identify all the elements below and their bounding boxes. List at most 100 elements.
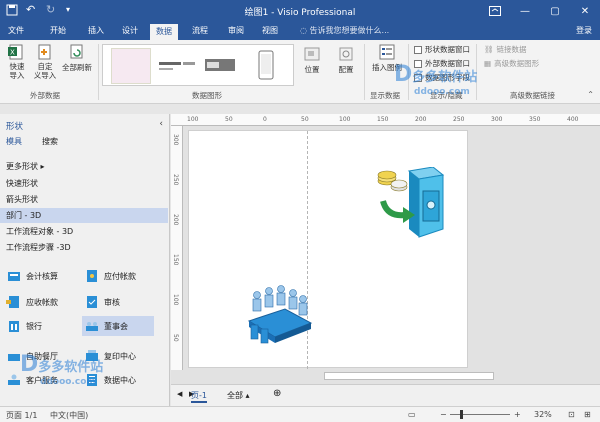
master-bank[interactable]: 银行 [6, 316, 78, 336]
link-data-button[interactable]: ⛓ 链接数据 [484, 44, 527, 55]
view-mode-icon[interactable]: ▭ [408, 410, 416, 419]
data-graphics-gallery[interactable] [102, 44, 294, 86]
ruler-tick-label: 50 [172, 334, 179, 342]
ruler-tick-label: 300 [172, 134, 179, 146]
login-link[interactable]: 登录 [576, 25, 592, 36]
boardroom-icon [84, 318, 100, 334]
excel-import-icon: X [8, 44, 26, 60]
data-graphic-style-3[interactable] [203, 48, 243, 84]
stencil-quick-shapes[interactable]: 快速形状 [0, 176, 168, 191]
page-tab-1[interactable]: 页-1 [191, 390, 207, 403]
watermark-d-logo: D [20, 352, 39, 377]
ruler-tick-label: 0 [263, 116, 267, 123]
refresh-icon [68, 44, 86, 60]
ruler-tick-label: 100 [172, 294, 179, 306]
tab-process[interactable]: 流程 [192, 25, 208, 36]
accounts-payable-shape[interactable] [375, 167, 447, 239]
status-bar: 页面 1/1 中文(中国) ▭ − + 32% ⊡ ⊞ [0, 406, 600, 422]
master-board-of-directors[interactable]: 董事会 [82, 316, 154, 336]
data-graphic-icon: ▦ [484, 59, 492, 68]
ruler-tick-label: 300 [491, 116, 503, 123]
minimize-button[interactable]: — [510, 0, 540, 22]
horizontal-scrollbar[interactable] [324, 372, 494, 380]
ruler-tick-label: 50 [225, 116, 233, 123]
page-tabs-bar: ◀ ▶ 页-1 全部 ▴ ⊕ [171, 384, 600, 406]
svg-text:X: X [10, 49, 15, 57]
ruler-tick-label: 400 [567, 116, 579, 123]
ruler-tick-label: 150 [377, 116, 389, 123]
collapse-pane-icon[interactable]: ‹ [159, 119, 163, 129]
collapse-ribbon-icon[interactable]: ⌃ [587, 90, 594, 99]
receivable-icon [6, 294, 22, 310]
tab-data[interactable]: 数据 [150, 24, 178, 40]
drawing-page[interactable] [188, 130, 468, 369]
stencil-workflow-steps-3d[interactable]: 工作流程步骤 -3D [0, 240, 168, 255]
custom-import-button[interactable]: 自定 义导入 [32, 44, 58, 80]
ruler-tick-label: 100 [187, 116, 199, 123]
horizontal-ruler: 100 50 0 50 100 150 200 250 300 350 400 [171, 114, 600, 126]
advanced-data-graphic-button[interactable]: ▦ 高级数据图形 [484, 58, 539, 69]
tab-home[interactable]: 开始 [50, 25, 66, 36]
watermark-d-logo: D [394, 62, 413, 87]
data-graphic-style-1[interactable] [111, 48, 151, 84]
master-accounts-payable[interactable]: 应付帐款 [84, 266, 156, 286]
master-audit[interactable]: 审核 [84, 292, 156, 312]
language-indicator[interactable]: 中文(中国) [50, 410, 88, 421]
ruler-tick-label: 100 [339, 116, 351, 123]
data-graphic-style-2[interactable] [157, 48, 197, 84]
ribbon: X 快速 导入 自定 义导入 全部刷新 外部数据 数据图形 位置 配置 插入图例… [0, 40, 600, 104]
lightbulb-icon: ◌ [300, 26, 310, 35]
quick-import-button[interactable]: X 快速 导入 [6, 44, 28, 80]
tab-view[interactable]: 视图 [262, 25, 278, 36]
ruler-tick-label: 350 [529, 116, 541, 123]
position-button[interactable]: 位置 [298, 46, 326, 75]
more-shapes-item[interactable]: 更多形状 ▸ [0, 159, 168, 174]
close-button[interactable]: ✕ [570, 0, 600, 22]
zoom-slider-knob[interactable] [460, 410, 463, 419]
restore-button[interactable]: ▢ [540, 0, 570, 22]
tab-search[interactable]: 搜索 [42, 136, 58, 147]
title-bar: ↶ ↻ ▾ 绘图1 - Visio Professional — ▢ ✕ [0, 0, 600, 22]
ribbon-options-icon[interactable] [480, 0, 510, 22]
fit-page-icon[interactable]: ⊡ [568, 410, 575, 419]
legend-icon [378, 44, 396, 60]
ruler-tick-label: 250 [172, 174, 179, 186]
position-icon [303, 46, 321, 62]
tab-design[interactable]: 设计 [122, 25, 138, 36]
all-pages-tab[interactable]: 全部 ▴ [227, 390, 250, 401]
tab-insert[interactable]: 插入 [88, 25, 104, 36]
master-accounts-receivable[interactable]: 应收帐款 [6, 292, 78, 312]
tab-file[interactable]: 文件 [8, 25, 24, 36]
stencil-department-3d[interactable]: 部门 - 3D [0, 208, 168, 223]
refresh-all-button[interactable]: 全部刷新 [60, 44, 94, 73]
page-indicator[interactable]: 页面 1/1 [6, 410, 37, 421]
data-graphic-style-4[interactable] [249, 48, 289, 84]
ribbon-separator [98, 44, 99, 100]
shape-data-window-checkbox[interactable]: 形状数据窗口 [414, 44, 470, 55]
board-of-directors-shape[interactable] [245, 281, 315, 347]
zoom-in-button[interactable]: + [514, 410, 521, 419]
ruler-tick-label: 150 [172, 254, 179, 266]
checkbox-icon [414, 45, 422, 54]
page-nav-prev-icon[interactable]: ◀ [177, 390, 182, 398]
zoom-out-button[interactable]: − [440, 410, 447, 419]
vertical-ruler: 300 250 200 150 100 50 [171, 126, 183, 370]
master-accounting[interactable]: 会计核算 [6, 266, 78, 286]
calculator-icon [6, 268, 22, 284]
audit-icon [84, 294, 100, 310]
zoom-slider[interactable] [450, 410, 510, 419]
tell-me-box[interactable]: ◌ 告诉我您想要做什么... [300, 25, 389, 36]
ruler-tick-label: 50 [301, 116, 309, 123]
config-button[interactable]: 配置 [332, 46, 360, 75]
ruler-tick-label: 200 [172, 214, 179, 226]
tab-stencils[interactable]: 模具 [6, 136, 22, 147]
add-page-button[interactable]: ⊕ [273, 388, 281, 399]
pan-zoom-icon[interactable]: ⊞ [584, 410, 591, 419]
stencil-workflow-objects-3d[interactable]: 工作流程对象 - 3D [0, 224, 168, 239]
stencil-arrow-shapes[interactable]: 箭头形状 [0, 192, 168, 207]
watermark-logo: D多多软件站 ddooo.com [394, 62, 478, 97]
group-label-external-data: 外部数据 [30, 91, 60, 100]
tab-review[interactable]: 审阅 [228, 25, 244, 36]
watermark-logo: D多多软件站 ddooo.com [20, 352, 104, 387]
zoom-level[interactable]: 32% [534, 410, 552, 419]
